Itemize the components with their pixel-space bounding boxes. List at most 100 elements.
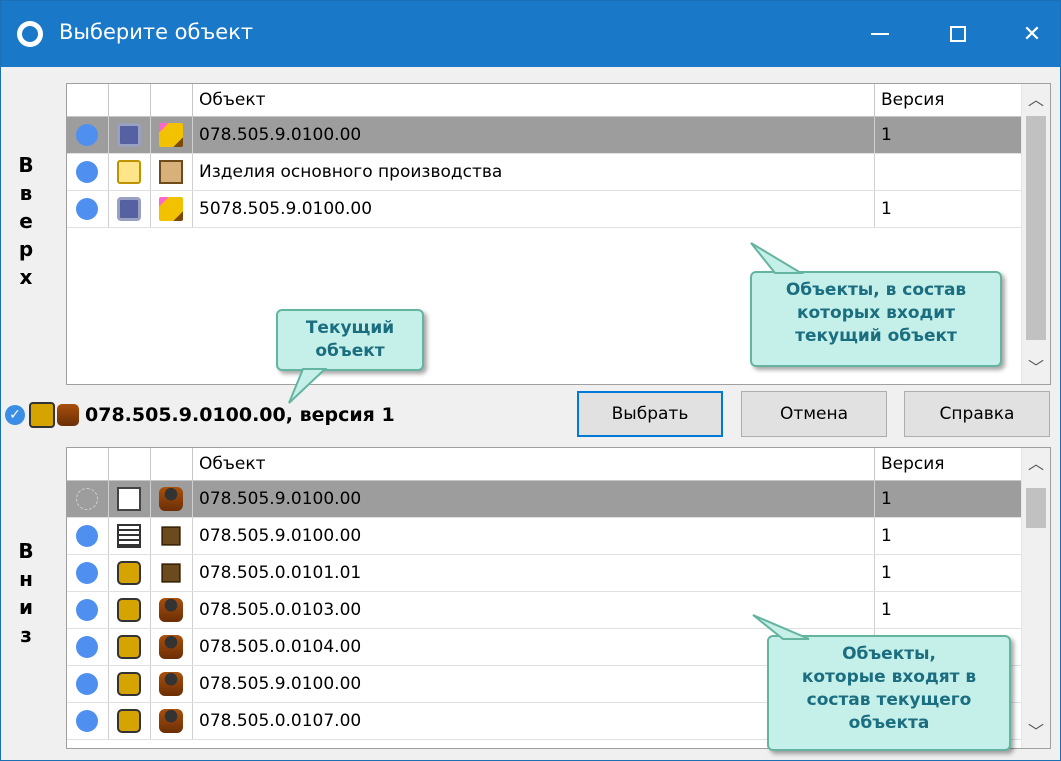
dot-icon (76, 198, 98, 220)
box-icon (161, 526, 181, 546)
type-cell (109, 666, 151, 702)
table-row[interactable]: 078.505.0.0101.01 1 (67, 555, 1022, 592)
kind-cell (151, 117, 193, 153)
window-title: Выберите объект (59, 20, 254, 44)
kind-cell (151, 154, 193, 190)
maximize-button[interactable] (935, 11, 981, 57)
header-type[interactable] (109, 84, 151, 116)
callout-tail (750, 242, 805, 274)
object-cell: Изделия основного производства (193, 154, 875, 190)
assembly-icon (117, 709, 141, 733)
scroll-up-icon[interactable]: ︿ (1022, 450, 1050, 478)
assembly-icon (117, 561, 141, 585)
kind-cell (151, 592, 193, 628)
scroll-down-icon[interactable]: ﹀ (1022, 354, 1050, 382)
status-cell (67, 592, 109, 628)
scroll-thumb[interactable] (1026, 116, 1046, 340)
header-status[interactable] (67, 84, 109, 116)
object-cell: 078.505.9.0100.00 (193, 481, 875, 517)
kind-cell (151, 703, 193, 739)
status-cell (67, 191, 109, 227)
dot-icon (76, 124, 98, 146)
header-object[interactable]: Объект (193, 448, 875, 480)
stamp-icon (159, 635, 183, 659)
header-kind[interactable] (151, 448, 193, 480)
header-type[interactable] (109, 448, 151, 480)
scroll-up-icon[interactable]: ︿ (1022, 86, 1050, 114)
status-cell (67, 518, 109, 554)
header-version[interactable]: Версия (875, 84, 1022, 116)
cancel-button[interactable]: Отмена (741, 391, 887, 437)
assembly-icon (117, 598, 141, 622)
part-icon (117, 197, 141, 221)
header-status[interactable] (67, 448, 109, 480)
assembly-outline-icon (117, 487, 141, 511)
dot-icon (76, 710, 98, 732)
select-button[interactable]: Выбрать (577, 391, 723, 437)
status-cell (67, 666, 109, 702)
object-cell: 078.505.0.0101.01 (193, 555, 875, 591)
grid-header: Объект Версия (67, 448, 1022, 481)
status-cell (67, 629, 109, 665)
version-cell: 1 (875, 592, 1022, 628)
version-cell: 1 (875, 191, 1022, 227)
kind-cell (151, 191, 193, 227)
callout-tail (288, 368, 328, 404)
status-cell (67, 703, 109, 739)
scroll-down-icon[interactable]: ﹀ (1022, 718, 1050, 746)
pencil-icon (159, 197, 183, 221)
dot-icon (76, 599, 98, 621)
assembly-icon (117, 635, 141, 659)
dot-icon (76, 525, 98, 547)
status-cell (67, 555, 109, 591)
minimize-button[interactable] (857, 11, 903, 57)
table-row[interactable]: 078.505.9.0100.00 1 (67, 117, 1022, 154)
dot-icon (76, 673, 98, 695)
kind-cell (151, 555, 193, 591)
help-button[interactable]: Справка (904, 391, 1050, 437)
table-row[interactable]: 5078.505.9.0100.00 1 (67, 191, 1022, 228)
children-scrollbar[interactable]: ︿ ﹀ (1021, 448, 1050, 748)
object-cell: 078.505.9.0100.00 (193, 518, 875, 554)
part-icon (117, 123, 141, 147)
pencil-icon (159, 123, 183, 147)
header-version[interactable]: Версия (875, 448, 1022, 480)
stamp-icon (159, 487, 183, 511)
type-cell (109, 481, 151, 517)
table-row[interactable]: 078.505.9.0100.00 1 (67, 518, 1022, 555)
minimize-icon (871, 33, 889, 35)
version-cell: 1 (875, 518, 1022, 554)
side-label-down: В н и з (18, 539, 34, 647)
callout-parents: Объекты, в состав которых входит текущий… (750, 271, 1002, 367)
grid-header: Объект Версия (67, 84, 1022, 117)
type-cell (109, 191, 151, 227)
kind-cell (151, 481, 193, 517)
assembly-icon (29, 402, 55, 428)
current-object-label: 078.505.9.0100.00, версия 1 (85, 404, 395, 426)
header-kind[interactable] (151, 84, 193, 116)
scroll-thumb[interactable] (1026, 488, 1046, 528)
callout-children: Объекты, которые входят в состав текущег… (767, 635, 1011, 751)
object-cell: 078.505.9.0100.00 (193, 117, 875, 153)
kind-cell (151, 666, 193, 702)
parents-scrollbar[interactable]: ︿ ﹀ (1021, 84, 1050, 384)
assembly-icon (117, 672, 141, 696)
type-cell (109, 555, 151, 591)
check-icon: ✓ (5, 405, 25, 425)
type-cell (109, 518, 151, 554)
table-row[interactable]: Изделия основного производства (67, 154, 1022, 191)
side-label-up: В в е р х (18, 153, 34, 289)
close-button[interactable]: ✕ (1009, 11, 1055, 57)
version-cell: 1 (875, 555, 1022, 591)
stamp-icon (159, 672, 183, 696)
table-row[interactable]: 078.505.0.0103.00 1 (67, 592, 1022, 629)
select-object-dialog: Выберите объект ✕ В в е р х В н и з Объе… (0, 0, 1061, 761)
table-row[interactable]: 078.505.9.0100.00 1 (67, 481, 1022, 518)
folder-icon (117, 160, 141, 184)
box-icon (161, 563, 181, 583)
object-cell: 5078.505.9.0100.00 (193, 191, 875, 227)
header-object[interactable]: Объект (193, 84, 875, 116)
status-cell (67, 117, 109, 153)
documents-icon (159, 160, 183, 184)
stamp-icon (159, 598, 183, 622)
